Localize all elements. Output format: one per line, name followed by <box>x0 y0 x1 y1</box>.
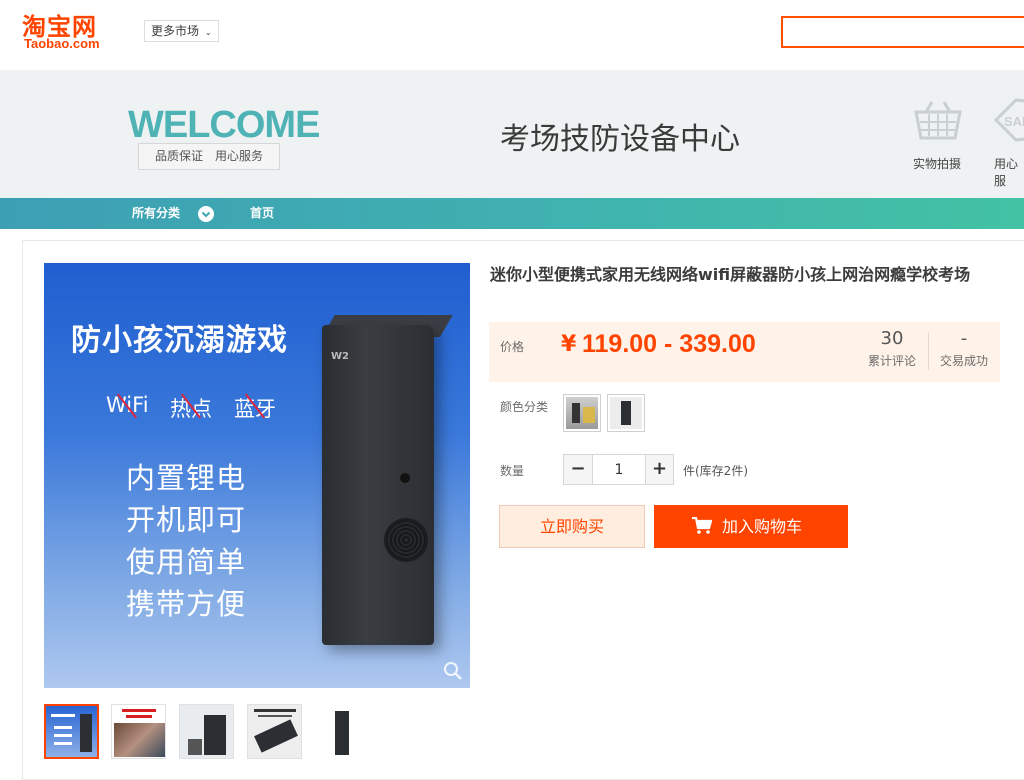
device-port <box>400 473 410 483</box>
sale-tag-icon: SAL <box>994 98 1024 142</box>
color-option-2[interactable] <box>607 394 645 432</box>
buy-now-button[interactable]: 立即购买 <box>499 505 645 548</box>
image-struck-word: 热点 <box>170 393 212 423</box>
add-to-cart-button[interactable]: 加入购物车 <box>654 505 848 548</box>
svg-text:SAL: SAL <box>1004 114 1024 129</box>
image-struck-word: 蓝牙 <box>234 393 276 423</box>
color-label: 颜色分类 <box>500 400 549 414</box>
stat-divider <box>928 332 929 370</box>
nav-all-categories[interactable]: 所有分类 <box>132 198 180 229</box>
price-value: 119.00 - 339.00 <box>582 330 756 358</box>
banner-feature-label: 实物拍摄 <box>913 157 962 171</box>
price-label: 价格 <box>500 340 525 354</box>
zoom-icon[interactable] <box>444 662 462 680</box>
image-struck-word: WiFi <box>106 393 149 419</box>
device-fan-grille <box>384 518 428 562</box>
shop-nav-bar: 所有分类 首页 <box>0 198 1024 229</box>
stock-text: 件(库存2件) <box>683 464 748 478</box>
deal-count: - <box>960 328 968 349</box>
image-feature: 内置锂电 <box>126 461 247 495</box>
quantity-increase-button[interactable]: + <box>645 454 674 485</box>
more-markets-dropdown[interactable]: 更多市场 ⌄ <box>144 20 219 42</box>
color-option-1[interactable] <box>563 394 601 432</box>
price-currency: ¥ <box>561 332 577 357</box>
review-count-label[interactable]: 累计评论 <box>862 352 922 369</box>
cart-icon <box>692 517 712 534</box>
basket-icon <box>914 101 962 140</box>
product-title: 迷你小型便携式家用无线网络wifi屏蔽器防小孩上网治网瘾学校考场 <box>490 265 971 284</box>
search-input[interactable] <box>781 16 1024 48</box>
device-logo: W2 <box>331 351 349 362</box>
image-feature: 使用简单 <box>126 545 247 579</box>
quantity-input[interactable] <box>593 455 645 484</box>
image-feature: 携带方便 <box>126 587 247 621</box>
more-markets-label: 更多市场 <box>151 24 200 38</box>
shop-title: 考场技防设备中心 <box>500 122 740 157</box>
welcome-subtitle: 品质保证 用心服务 <box>138 143 280 170</box>
add-to-cart-label: 加入购物车 <box>722 517 803 536</box>
taobao-logo-text[interactable]: Taobao.com <box>24 36 100 51</box>
thumbnail-4[interactable] <box>247 704 302 759</box>
image-feature: 开机即可 <box>126 503 247 537</box>
device-image <box>322 325 434 645</box>
image-headline: 防小孩沉溺游戏 <box>71 323 288 358</box>
nav-home[interactable]: 首页 <box>250 198 274 229</box>
deal-count-label: 交易成功 <box>939 354 988 368</box>
thumbnail-3[interactable] <box>179 704 234 759</box>
quantity-label: 数量 <box>500 464 525 478</box>
chevron-down-icon: ⌄ <box>204 28 212 37</box>
thumbnail-1[interactable] <box>44 704 99 759</box>
review-count[interactable]: 30 <box>868 328 916 349</box>
welcome-heading: WELCOME <box>128 104 320 146</box>
banner-feature-label: 用心服 <box>994 157 1019 188</box>
thumbnail-2[interactable] <box>111 704 166 759</box>
product-main-image[interactable]: 防小孩沉溺游戏 WiFi 热点 蓝牙 内置锂电 开机即可 使用简单 携带方便 W… <box>44 263 470 688</box>
thumbnail-5[interactable] <box>314 704 369 759</box>
chevron-down-icon[interactable] <box>198 206 214 222</box>
